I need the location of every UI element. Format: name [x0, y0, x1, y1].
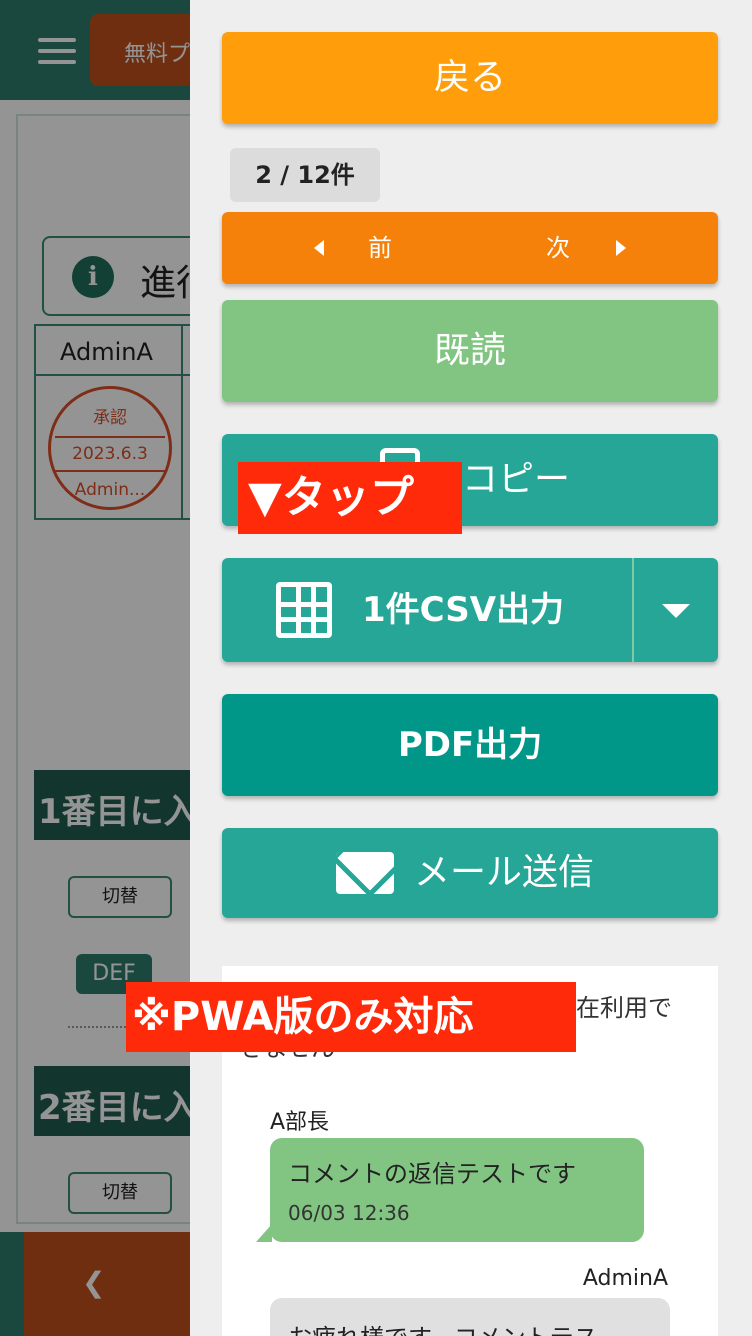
notice-text: 在利用で — [576, 994, 672, 1022]
csv-export-button[interactable]: 1件CSV出力 — [222, 558, 718, 662]
next-button[interactable]: 次 — [546, 212, 570, 284]
split-divider — [632, 558, 634, 662]
prev-arrow-icon — [314, 240, 324, 256]
csv-export-label: 1件CSV出力 — [362, 590, 565, 630]
prev-button[interactable]: 前 — [368, 212, 392, 284]
comment-bubble-self: お疲れ様です。コメントテス — [270, 1298, 670, 1336]
comment-time: 06/03 12:36 — [288, 1201, 410, 1225]
send-mail-label: メール送信 — [414, 852, 595, 893]
pdf-export-button[interactable]: PDF出力 — [222, 694, 718, 796]
prev-next-nav: 前 次 — [222, 212, 718, 284]
next-arrow-icon — [616, 240, 626, 256]
chevron-down-icon[interactable] — [662, 604, 690, 618]
copy-label: コピー — [462, 459, 571, 500]
send-mail-button[interactable]: メール送信 — [222, 828, 718, 918]
comment-message: コメントの返信テストです — [288, 1160, 576, 1188]
table-grid-icon — [276, 582, 332, 638]
comment-author-self: AdminA — [582, 1266, 668, 1291]
mark-read-button[interactable]: 既読 — [222, 300, 718, 402]
comment-author: A部長 — [270, 1110, 330, 1135]
comment-bubble: コメントの返信テストです 06/03 12:36 — [256, 1138, 644, 1242]
tap-annotation: ▼タップ — [238, 462, 462, 534]
envelope-icon — [336, 852, 394, 894]
record-count: 2 / 12件 — [230, 148, 380, 202]
back-button[interactable]: 戻る — [222, 32, 718, 124]
pwa-only-annotation: ※PWA版のみ対応 — [126, 982, 576, 1052]
action-drawer: 戻る 2 / 12件 前 次 既読 コピー 1件CSV出力 PDF出力 メール送… — [190, 0, 752, 1336]
